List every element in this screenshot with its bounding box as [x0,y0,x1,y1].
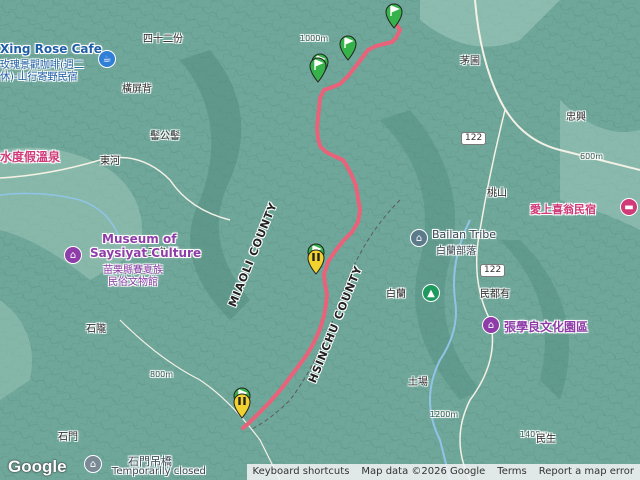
elevation-label: 1000m [300,34,329,43]
poi-bridge-status[interactable]: Temporarily closed [112,466,206,477]
campground-icon[interactable]: ▲ [422,284,440,302]
poi-museum-name[interactable]: Saysiyat Culture [90,246,201,260]
bed-icon[interactable]: ▬ [620,198,638,216]
museum-icon[interactable]: ⌂ [482,316,500,334]
poi-hot-spring[interactable]: 水度假溫泉 [0,148,60,165]
place-label: 茅圃 [460,56,480,67]
poi-museum-name[interactable]: Museum of [102,232,176,246]
poi-guesthouse-name[interactable]: 愛上喜翁民宿 [530,201,596,217]
report-error-link[interactable]: Report a map error [533,464,640,480]
terrain-layer [0,0,640,480]
place-label: 民生 [536,434,556,445]
place-label: 忠興 [566,112,586,123]
elevation-label: 1200m [430,410,459,419]
place-label: 土場 [408,377,428,388]
place-label: 四十二份 [143,34,183,45]
place-label: 白蘭 [386,289,406,300]
google-logo: Google [8,457,67,476]
bridge-icon[interactable]: ⌂ [84,455,102,473]
elevation-label: 800m [150,370,174,379]
place-label: 髻公髻 [150,131,180,142]
road-shield: 122 [480,264,506,277]
poi-zhang-park[interactable]: 張學良文化園區 [504,318,588,335]
poi-bailan-zh[interactable]: 白蘭部落 [436,242,476,257]
elevation-label: 600m [580,152,604,161]
cafe-icon[interactable]: ☕ [98,50,116,68]
road-shield: 122 [461,132,487,145]
place-label: 民都有 [480,289,510,300]
attribution-bar: Keyboard shortcuts Map data ©2026 Google… [246,464,640,480]
poi-bailan-en[interactable]: Bailan Tribe [432,228,496,241]
poi-xing-rose-sub[interactable]: 休)-山行寄野民宿 [0,68,78,83]
map-data-text: Map data ©2026 Google [361,466,486,477]
place-label: 橫屏背 [122,84,152,95]
map-canvas[interactable]: 1000m 1200m 800m 600m 1400m Xing Rose Ca… [0,0,640,480]
keyboard-shortcuts-link[interactable]: Keyboard shortcuts [247,464,356,480]
landmark-icon[interactable]: ⌂ [410,229,428,247]
poi-xing-rose-name[interactable]: Xing Rose Cafe [0,42,102,56]
place-label: 石門 [58,432,78,443]
museum-icon[interactable]: ⌂ [64,246,82,264]
place-label: 東河 [100,156,120,167]
place-label: 桃山 [487,188,507,199]
terms-link[interactable]: Terms [491,464,532,480]
poi-museum-sub[interactable]: 民俗文物館 [108,273,158,288]
place-label: 石隴 [86,324,106,335]
